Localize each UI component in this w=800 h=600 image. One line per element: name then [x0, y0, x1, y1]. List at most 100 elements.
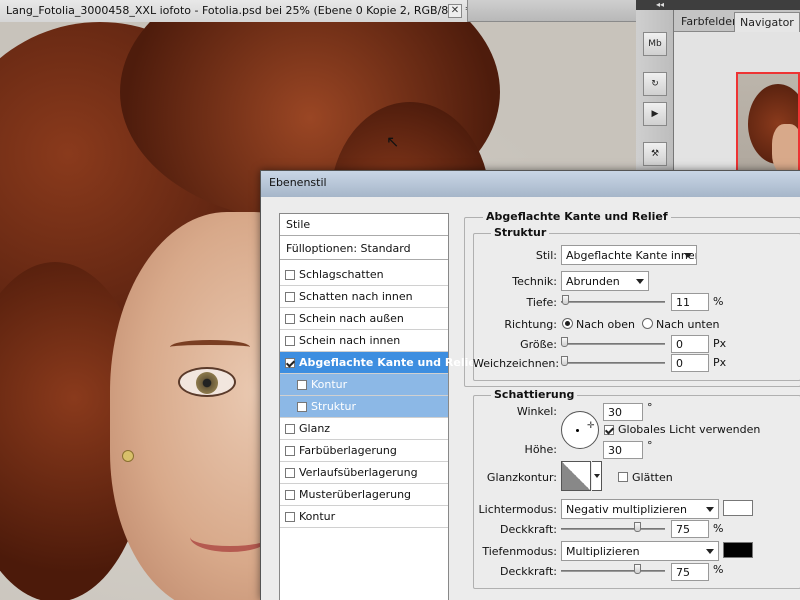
style-item-label: Schein nach außen — [299, 312, 404, 325]
highlight-mode-select[interactable]: Negativ multiplizieren — [561, 499, 719, 519]
document-tab-title: Lang_Fotolia_3000458_XXL iofoto - Fotoli… — [6, 4, 468, 17]
panel-tab-bar: Farbfelder Navigator — [674, 10, 800, 32]
depth-slider[interactable] — [561, 301, 665, 303]
depth-unit: % — [713, 295, 724, 308]
style-item[interactable]: Farbüberlagerung — [280, 440, 448, 462]
style-item-label: Verlaufsüberlagerung — [299, 466, 418, 479]
highlight-opacity-label: Deckkraft: — [500, 523, 557, 536]
style-item-label: Schatten nach innen — [299, 290, 413, 303]
style-item[interactable]: Glanz — [280, 418, 448, 440]
style-item[interactable]: Kontur — [280, 506, 448, 528]
altitude-input[interactable]: 30 — [603, 441, 643, 459]
style-item-checkbox[interactable] — [285, 423, 295, 434]
tool-presets-icon[interactable]: ⚒ — [643, 142, 667, 166]
blending-options-item[interactable]: Fülloptionen: Standard — [280, 238, 448, 260]
style-item[interactable]: Kontur — [280, 374, 448, 396]
highlight-opacity-input[interactable]: 75 — [671, 520, 709, 538]
style-item-checkbox[interactable] — [285, 357, 295, 368]
gloss-contour-label: Glanzkontur: — [486, 471, 557, 484]
global-light-checkbox[interactable] — [604, 425, 614, 435]
shadow-mode-value: Multiplizieren — [566, 545, 640, 558]
style-item-label: Glanz — [299, 422, 331, 435]
style-item[interactable]: Struktur — [280, 396, 448, 418]
depth-label: Tiefe: — [526, 296, 557, 309]
size-slider-thumb[interactable] — [561, 337, 568, 347]
global-light-label: Globales Licht verwenden — [618, 423, 761, 436]
soften-input[interactable]: 0 — [671, 354, 709, 372]
style-item-checkbox[interactable] — [285, 489, 295, 500]
highlight-opacity-slider[interactable] — [561, 528, 665, 530]
altitude-unit: ° — [647, 439, 653, 452]
technique-select-value: Abrunden — [566, 275, 620, 288]
soften-slider[interactable] — [561, 362, 665, 364]
direction-up-label: Nach oben — [576, 318, 635, 331]
style-item-checkbox[interactable] — [297, 401, 307, 412]
style-item-checkbox[interactable] — [285, 445, 295, 456]
size-unit: Px — [713, 337, 727, 350]
highlight-opacity-thumb[interactable] — [633, 522, 641, 532]
shadow-mode-select[interactable]: Multiplizieren — [561, 541, 719, 561]
tab-navigator[interactable]: Navigator — [734, 12, 800, 32]
antialias-label: Glätten — [632, 471, 673, 484]
technique-label: Technik: — [512, 275, 557, 288]
dialog-title-bar[interactable]: Ebenenstil — [261, 171, 800, 197]
style-item-label: Kontur — [299, 510, 336, 523]
style-item-checkbox[interactable] — [297, 379, 307, 390]
size-slider[interactable] — [561, 343, 665, 345]
close-document-icon[interactable]: ✕ — [448, 4, 462, 18]
shadow-opacity-slider[interactable] — [561, 570, 665, 572]
document-tab[interactable]: Lang_Fotolia_3000458_XXL iofoto - Fotoli… — [0, 0, 468, 22]
gloss-contour-preview[interactable] — [561, 461, 591, 491]
shadow-color-swatch[interactable] — [723, 542, 753, 558]
tab-farbfelder[interactable]: Farbfelder — [676, 12, 742, 32]
antialias-checkbox[interactable] — [618, 472, 628, 482]
altitude-label: Höhe: — [524, 443, 557, 456]
shadow-opacity-thumb[interactable] — [633, 564, 641, 574]
technique-select[interactable]: Abrunden — [561, 271, 649, 291]
soften-slider-thumb[interactable] — [561, 356, 568, 366]
collapse-panels-icon[interactable]: ◂◂ — [656, 0, 664, 9]
shadow-opacity-unit: % — [713, 563, 724, 576]
mouse-cursor-icon: ↖ — [386, 132, 400, 151]
size-input[interactable]: 0 — [671, 335, 709, 353]
angle-input[interactable]: 30 — [603, 403, 643, 421]
style-item[interactable]: Musterüberlagerung — [280, 484, 448, 506]
style-item-checkbox[interactable] — [285, 269, 295, 280]
style-item-checkbox[interactable] — [285, 291, 295, 302]
dialog-title: Ebenenstil — [269, 176, 327, 189]
style-item-checkbox[interactable] — [285, 511, 295, 522]
style-item[interactable]: Verlaufsüberlagerung — [280, 462, 448, 484]
direction-up-radio[interactable] — [562, 318, 573, 329]
style-item[interactable]: Schatten nach innen — [280, 286, 448, 308]
style-item-checkbox[interactable] — [285, 467, 295, 478]
chevron-down-icon — [636, 279, 644, 284]
style-item-label: Musterüberlagerung — [299, 488, 412, 501]
gloss-contour-dropdown[interactable] — [592, 461, 602, 491]
mini-bridge-icon[interactable]: Mb — [643, 32, 667, 56]
style-item[interactable]: Schein nach innen — [280, 330, 448, 352]
style-label: Stil: — [535, 249, 557, 262]
shading-group-title: Schattierung — [491, 388, 578, 401]
style-item-checkbox[interactable] — [285, 335, 295, 346]
shadow-opacity-input[interactable]: 75 — [671, 563, 709, 581]
styles-header[interactable]: Stile — [280, 214, 448, 236]
chevron-down-icon — [706, 549, 714, 554]
crosshair-icon: ✛ — [587, 421, 595, 431]
highlight-color-swatch[interactable] — [723, 500, 753, 516]
photo-eyebrow — [170, 340, 250, 354]
depth-input[interactable]: 11 — [671, 293, 709, 311]
style-item-checkbox[interactable] — [285, 313, 295, 324]
depth-slider-thumb[interactable] — [561, 295, 569, 305]
style-item[interactable]: Schlagschatten — [280, 264, 448, 286]
style-select[interactable]: Abgeflachte Kante innen — [561, 245, 697, 265]
style-item[interactable]: Schein nach außen — [280, 308, 448, 330]
navigator-view-box[interactable] — [736, 72, 800, 172]
direction-down-radio[interactable] — [642, 318, 653, 329]
actions-play-icon[interactable]: ▶ — [643, 102, 667, 126]
history-icon[interactable]: ↻ — [643, 72, 667, 96]
angle-dial[interactable]: ✛ — [561, 411, 599, 449]
document-tab-bar: Lang_Fotolia_3000458_XXL iofoto - Fotoli… — [0, 0, 636, 22]
highlight-opacity-unit: % — [713, 522, 724, 535]
style-item[interactable]: Abgeflachte Kante und Relief — [280, 352, 481, 374]
chevron-down-icon — [684, 253, 692, 258]
